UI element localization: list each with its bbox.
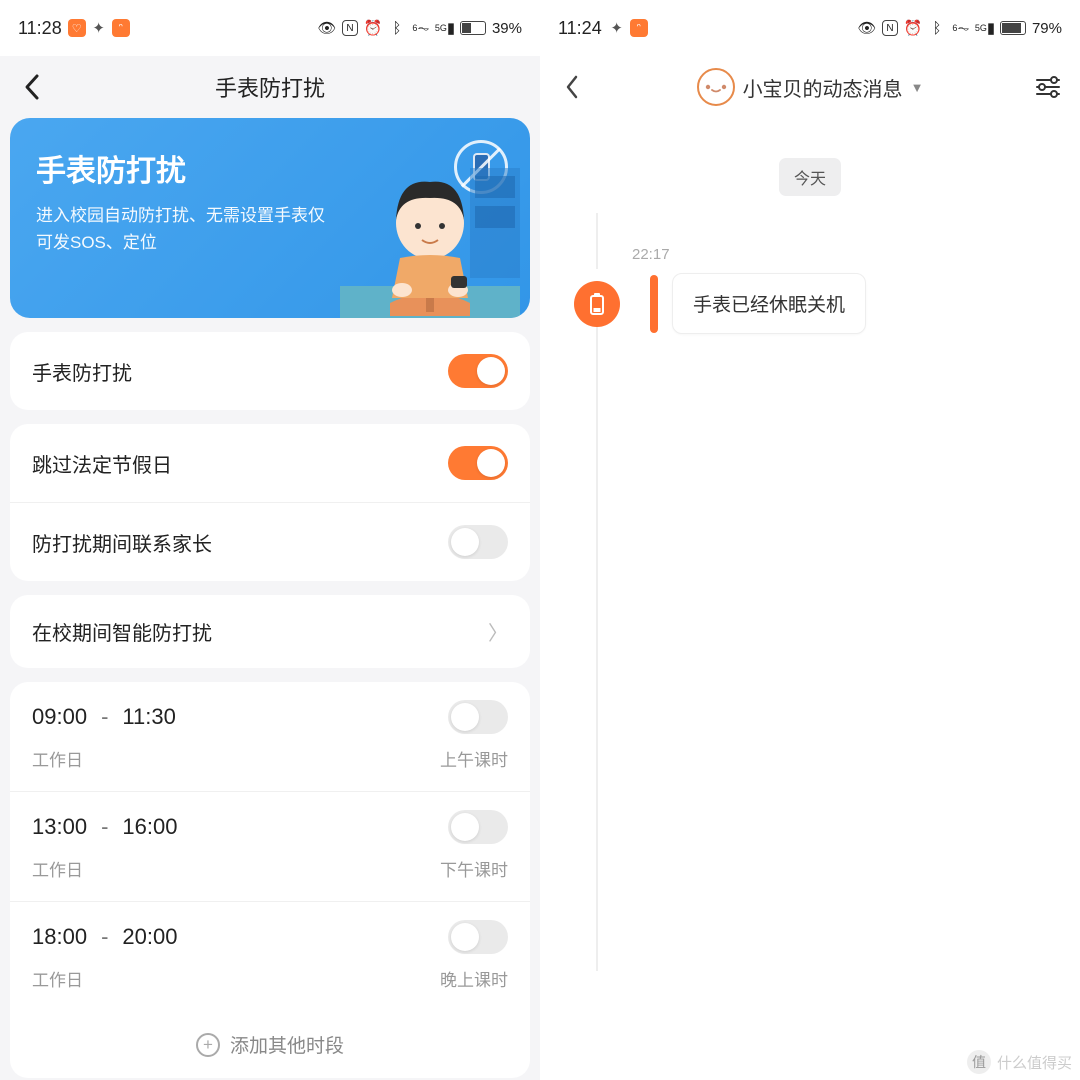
avatar <box>697 68 735 106</box>
status-app-icons: ♡ ✦ ᵔ <box>68 19 130 37</box>
sliders-icon <box>1035 76 1061 98</box>
status-time: 11:24 <box>558 18 602 39</box>
time-slot[interactable]: 09:00-11:30 工作日 上午课时 <box>10 682 530 791</box>
row-contact-toggle: 防打扰期间联系家长 <box>10 502 530 581</box>
add-time-slot-button[interactable]: + 添加其他时段 <box>10 1011 530 1078</box>
app-header: 小宝贝的动态消息 ▼ <box>540 56 1080 118</box>
dropdown-icon: ▼ <box>911 80 924 95</box>
profile-name: 小宝贝的动态消息 <box>743 73 903 102</box>
eye-icon: 👁 <box>318 19 336 37</box>
dnd-banner: 手表防打扰 进入校园自动防打扰、无需设置手表仅可发SOS、定位 <box>10 118 530 318</box>
slot-switch[interactable] <box>448 810 508 844</box>
add-label: 添加其他时段 <box>230 1031 344 1058</box>
slot-switch[interactable] <box>448 700 508 734</box>
battery-percent: 39% <box>492 20 522 37</box>
watermark-icon: 值 <box>967 1050 991 1074</box>
chevron-right-icon: 〉 <box>488 617 508 646</box>
slot-days: 工作日 <box>32 966 83 991</box>
back-button[interactable] <box>14 69 50 105</box>
wifi-icon: 6⏦ <box>412 19 430 37</box>
status-tray: 👁 N ⏰ ᛒ 6⏦ 5G▮ 39% <box>318 19 522 37</box>
event-time: 22:17 <box>632 246 1080 263</box>
battery-icon <box>460 21 486 35</box>
nav-label: 在校期间智能防打扰 <box>32 617 212 646</box>
chevron-left-icon <box>23 73 41 101</box>
contact-switch[interactable] <box>448 525 508 559</box>
chevron-left-icon <box>564 74 580 100</box>
status-bar: 11:28 ♡ ✦ ᵔ 👁 N ⏰ ᛒ 6⏦ 5G▮ 39% <box>0 0 540 56</box>
profile-selector[interactable]: 小宝贝的动态消息 ▼ <box>590 68 1030 106</box>
filter-button[interactable] <box>1030 69 1066 105</box>
slot-days: 工作日 <box>32 856 83 881</box>
card-main-toggle: 手表防打扰 <box>10 332 530 410</box>
status-tray: 👁 N ⏰ ᛒ 6⏦ 5G▮ 79% <box>858 19 1062 37</box>
status-time: 11:28 <box>18 18 62 39</box>
row-school-smart-dnd[interactable]: 在校期间智能防打扰 〉 <box>10 595 530 668</box>
timeline: 22:17 手表已经休眠关机 <box>574 246 1080 334</box>
dnd-switch[interactable] <box>448 354 508 388</box>
nfc-icon: N <box>342 20 358 36</box>
banner-subtitle: 进入校园自动防打扰、无需设置手表仅可发SOS、定位 <box>36 202 326 256</box>
status-app-icons: ✦ ᵔ <box>608 19 648 37</box>
bluetooth-icon: ᛒ <box>928 19 946 37</box>
slot-label: 上午课时 <box>440 746 508 771</box>
bluetooth-icon: ᛒ <box>388 19 406 37</box>
banner-illustration <box>340 158 520 318</box>
app-header: 手表防打扰 <box>0 56 540 118</box>
alarm-icon: ⏰ <box>364 19 382 37</box>
toggle-label: 跳过法定节假日 <box>32 449 172 478</box>
wifi-icon: 6⏦ <box>952 19 970 37</box>
row-holiday-toggle: 跳过法定节假日 <box>10 424 530 502</box>
day-label: 今天 <box>779 158 841 196</box>
plus-circle-icon: + <box>196 1033 220 1057</box>
slot-switch[interactable] <box>448 920 508 954</box>
signal-icon: 5G▮ <box>436 19 454 37</box>
event-badge <box>574 281 620 327</box>
back-button[interactable] <box>554 69 590 105</box>
row-dnd-toggle: 手表防打扰 <box>10 332 530 410</box>
holiday-switch[interactable] <box>448 446 508 480</box>
slot-days: 工作日 <box>32 746 83 771</box>
card-options: 跳过法定节假日 防打扰期间联系家长 <box>10 424 530 581</box>
event-accent <box>650 275 658 333</box>
battery-icon <box>1000 21 1026 35</box>
card-school-nav: 在校期间智能防打扰 〉 <box>10 595 530 668</box>
time-range: 18:00-20:00 <box>32 924 177 950</box>
time-slot[interactable]: 13:00-16:00 工作日 下午课时 <box>10 791 530 901</box>
nfc-icon: N <box>882 20 898 36</box>
page-title: 手表防打扰 <box>0 71 540 103</box>
time-range: 09:00-11:30 <box>32 704 176 730</box>
toggle-label: 防打扰期间联系家长 <box>32 528 212 557</box>
card-time-slots: 09:00-11:30 工作日 上午课时 13:00-16:00 工作 <box>10 682 530 1078</box>
event-message: 手表已经休眠关机 <box>672 273 866 334</box>
watermark: 值 什么值得买 <box>967 1050 1072 1074</box>
time-slot[interactable]: 18:00-20:00 工作日 晚上课时 <box>10 901 530 1011</box>
status-bar: 11:24 ✦ ᵔ 👁 N ⏰ ᛒ 6⏦ 5G▮ 79% <box>540 0 1080 56</box>
slot-label: 下午课时 <box>440 856 508 881</box>
slot-label: 晚上课时 <box>440 966 508 991</box>
signal-icon: 5G▮ <box>976 19 994 37</box>
time-range: 13:00-16:00 <box>32 814 177 840</box>
toggle-label: 手表防打扰 <box>32 357 132 386</box>
alarm-icon: ⏰ <box>904 19 922 37</box>
timeline-item[interactable]: 手表已经休眠关机 <box>574 273 1080 334</box>
battery-percent: 79% <box>1032 20 1062 37</box>
battery-low-icon <box>587 292 607 316</box>
eye-icon: 👁 <box>858 19 876 37</box>
